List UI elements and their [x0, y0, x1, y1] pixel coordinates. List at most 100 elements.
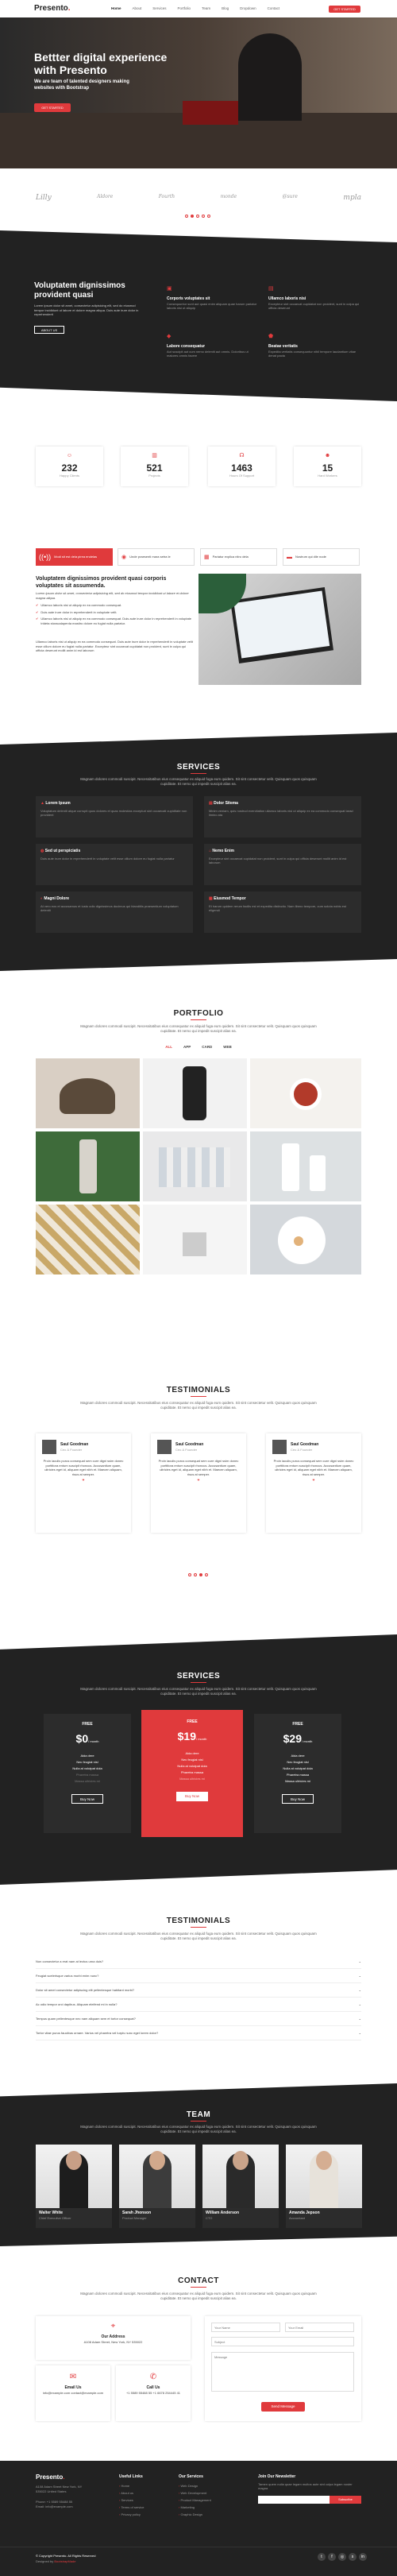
member-photo — [286, 2145, 362, 2208]
newsletter-email-input[interactable] — [258, 2495, 330, 2504]
feature-item: ◆ Labore consequatur Aut suscipit aut cum … — [167, 327, 258, 358]
testimonials-dot[interactable] — [205, 1573, 208, 1576]
faq-item[interactable]: Feugiat scelerisque varius morbi enim nu… — [36, 1969, 361, 1983]
footer: Presento. A108 Adam Street New York, NY … — [0, 2461, 397, 2576]
hero-subtitle: We are team of talented designers making… — [34, 79, 129, 91]
footer-link[interactable]: › Home — [119, 2482, 145, 2489]
subject-input[interactable] — [211, 2337, 354, 2346]
nav-home[interactable]: Home — [111, 6, 121, 10]
service-box[interactable]: ◐ Magni Dolore At vero eos et accusamus e… — [36, 892, 193, 933]
clients-dot[interactable] — [196, 215, 199, 218]
footer-link[interactable]: › Terms of service — [119, 2504, 145, 2511]
name-input[interactable] — [211, 2323, 280, 2332]
message-textarea[interactable] — [211, 2351, 354, 2392]
portfolio-item-cosmetics[interactable] — [250, 1131, 361, 1201]
instagram-icon[interactable]: ◎ — [338, 2553, 346, 2561]
tab-item-active[interactable]: ((•)) Modi sit est dela pirea endelas — [36, 548, 113, 566]
tab-item[interactable]: ▦ Pariatur explica nitro dela — [200, 548, 277, 566]
faq-item[interactable]: Tortor vitae purus faucibus ornare. Vari… — [36, 2026, 361, 2040]
portfolio-item-houses[interactable] — [36, 1058, 140, 1128]
send-message-button[interactable]: Send Message — [261, 2401, 305, 2412]
service-box[interactable]: ▲ Lorem Ipsum Voluptatum deleniti atque c… — [36, 796, 193, 837]
testimonials-dot[interactable] — [199, 1573, 202, 1576]
clients-dot[interactable] — [185, 215, 188, 218]
plan-feature: Pharetra massa — [180, 1770, 204, 1774]
footer-link[interactable]: › Web Design — [179, 2482, 211, 2489]
social-links: t f ◎ s in — [318, 2553, 367, 2561]
tab-item[interactable]: ▬ Nostrum qui dile node — [283, 548, 360, 566]
count-box: ☺ 232 Happy Clients — [36, 447, 103, 486]
header-get-started-button[interactable]: GET STARTED — [329, 6, 360, 13]
service-box[interactable]: ⌂ Nemo Enim Excepteur sint occaecat cupid… — [204, 844, 361, 885]
faq-list: Non consectetur a erat nam at lectus urn… — [36, 1955, 361, 2040]
footer-link[interactable]: › Privacy policy — [119, 2511, 145, 2518]
skype-icon[interactable]: s — [349, 2553, 357, 2561]
buy-now-button[interactable]: Buy Now — [71, 1793, 103, 1804]
contact-form: Send Message — [205, 2316, 361, 2421]
footer-link[interactable]: › Services — [119, 2497, 145, 2504]
portfolio-item-bottle[interactable] — [36, 1131, 140, 1201]
clients-dot[interactable] — [207, 215, 210, 218]
service-text: Voluptatum deleniti atque corrupti quos … — [40, 808, 187, 818]
footer-brand: Presento. — [36, 2474, 65, 2481]
clients-dot[interactable] — [202, 215, 205, 218]
nav-about[interactable]: About — [133, 6, 142, 10]
service-box[interactable]: ▤ Dolor Sitema Minim veniam, quis nostrud… — [204, 796, 361, 837]
portfolio-item-macarons[interactable] — [250, 1205, 361, 1274]
count-box: ▥ 521 Projects — [121, 447, 188, 486]
portfolio-section: PORTFOLIO Magnam dolores commodi suscipi… — [0, 979, 397, 1360]
designer-link[interactable]: BootstrapMade — [54, 2559, 75, 2563]
portfolio-item-tea[interactable] — [250, 1058, 361, 1128]
nav-team[interactable]: Team — [202, 6, 210, 10]
linkedin-icon[interactable]: in — [359, 2553, 367, 2561]
email-input[interactable] — [285, 2323, 354, 2332]
faq-item[interactable]: Dolor sit amet consectetur adipiscing el… — [36, 1983, 361, 1998]
twitter-icon[interactable]: t — [318, 2553, 326, 2561]
team-member: William Anderson CTO — [202, 2145, 279, 2228]
portfolio-item-pills[interactable] — [143, 1131, 247, 1201]
filter-app[interactable]: APP — [183, 1045, 191, 1049]
footer-link[interactable]: › Marketing — [179, 2504, 211, 2511]
faq-item[interactable]: Tempus quam pellentesque nec nam aliquam… — [36, 2012, 361, 2026]
filter-card[interactable]: CARD — [202, 1045, 212, 1049]
footer-link[interactable]: › Product Management — [179, 2497, 211, 2504]
faq-item[interactable]: Ac odio tempor orci dapibus. Aliquam ele… — [36, 1998, 361, 2012]
subscribe-button[interactable]: Subscribe — [330, 2495, 361, 2504]
service-box[interactable]: ▦ Eiusmod Tempor Et harum quidem rerum fa… — [204, 892, 361, 933]
buy-now-button[interactable]: Buy Now — [176, 1791, 208, 1801]
footer-link[interactable]: › About us — [119, 2489, 145, 2497]
filter-all[interactable]: ALL — [165, 1045, 172, 1049]
portfolio-item-watch[interactable] — [143, 1058, 247, 1128]
logo[interactable]: Presento. — [34, 4, 71, 13]
tab-content-paragraph: Ullamco laboris nisi ut aliquip ex ea co… — [36, 640, 193, 652]
hero-photo-person — [238, 33, 302, 121]
pricing-card-featured: FREE $19/ month Aida dere Nec feugiat nis… — [141, 1710, 243, 1837]
member-role: Accountant — [289, 2215, 306, 2220]
portfolio-item-bottles-grid[interactable] — [36, 1205, 140, 1274]
clients-dot[interactable] — [191, 215, 194, 218]
nav-blog[interactable]: Blog — [222, 6, 229, 10]
count-box: ☻ 15 Hard Workers — [294, 447, 361, 486]
footer-link[interactable]: › Web Development — [179, 2489, 211, 2497]
count-label: Hard Workers — [318, 474, 337, 478]
tab-item[interactable]: ◉ Unde praesenti mara setra le — [118, 548, 195, 566]
buy-now-button[interactable]: Buy Now — [282, 1793, 314, 1804]
portfolio-item-chair[interactable] — [143, 1205, 247, 1274]
footer-link[interactable]: › Graphic Design — [179, 2511, 211, 2518]
filter-web[interactable]: WEB — [223, 1045, 232, 1049]
hero-get-started-button[interactable]: GET STARTED — [34, 103, 71, 112]
nav-contact[interactable]: Contact — [268, 6, 280, 10]
faq-item[interactable]: Non consectetur a erat nam at lectus urn… — [36, 1955, 361, 1969]
tab-label: Modi sit est dela pirea endelas — [54, 555, 98, 559]
nav-portfolio[interactable]: Portfolio — [178, 6, 191, 10]
testimonials-dot[interactable] — [188, 1573, 191, 1576]
team-section: TEAM Magnam dolores commodi suscipit. Ne… — [0, 2083, 397, 2254]
testimonials-dot[interactable] — [194, 1573, 197, 1576]
testimonial-text: Proin iaculis purus consequat sem cure d… — [43, 1459, 124, 1476]
service-box[interactable]: ◍ Sed ut perspiciatis Duis aute irure dol… — [36, 844, 193, 885]
nav-services[interactable]: Services — [152, 6, 166, 10]
about-us-button[interactable]: ABOUT US — [34, 326, 64, 334]
testimonial-card: Saul Goodman Ceo & Founder Proin iaculis p… — [36, 1433, 131, 1533]
nav-dropdown[interactable]: Dropdown — [240, 6, 256, 10]
facebook-icon[interactable]: f — [328, 2553, 336, 2561]
